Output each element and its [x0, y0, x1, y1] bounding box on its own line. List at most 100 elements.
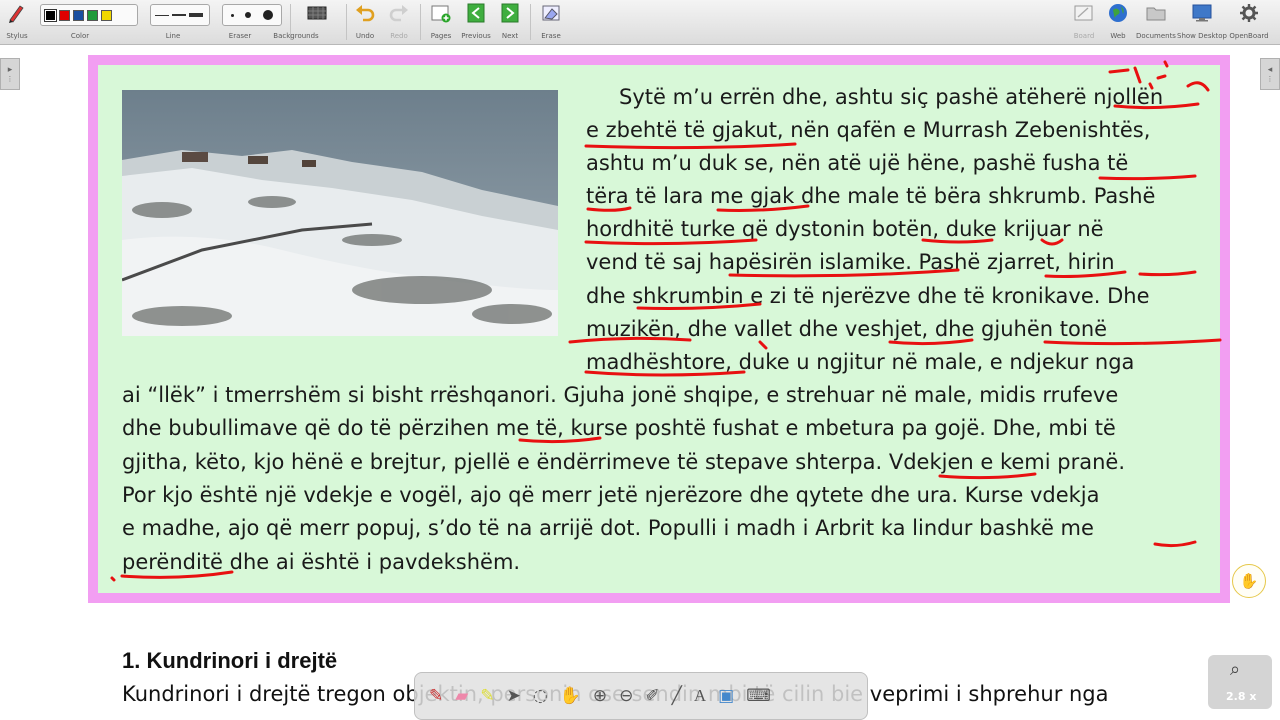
stylus-button[interactable]: Stylus	[6, 2, 28, 40]
passage-line: hordhitë turke që dystonin botën, duke k…	[586, 217, 1104, 241]
pointer-tool-icon[interactable]: ✐	[645, 686, 659, 706]
previous-page-icon	[467, 3, 485, 23]
snowy-landscape-photo	[122, 90, 558, 336]
passage-line: gjitha, këto, kjo hënë e brejtur, pjellë…	[122, 450, 1125, 474]
openboard-label: OpenBoard	[1229, 32, 1269, 40]
color-palette	[40, 4, 138, 26]
redo-label: Redo	[390, 32, 408, 40]
line-label: Line	[165, 32, 181, 40]
chevron-right-icon: ▸	[7, 65, 13, 75]
floating-tools-palette: ✎ ▰ ✎ ➤ ◌ ✋ ⊕ ⊖ ✐ ╱ A ▣ ⌨	[414, 672, 868, 720]
previous-button[interactable]: Previous	[461, 2, 491, 40]
passage-line: dhe bubullimave që do të përzihen me të,…	[122, 416, 1116, 440]
selector-tool-icon[interactable]: ➤	[507, 686, 521, 706]
passage-line: perënditë dhe ai është i pavdekshëm.	[122, 550, 521, 574]
line-tool-icon[interactable]: ╱	[672, 686, 682, 706]
board-label: Board	[1073, 32, 1095, 40]
eraser-small-button[interactable]	[231, 13, 235, 17]
desktop-icon	[1192, 4, 1212, 22]
passage-line: ai “llëk” i tmerrshëm si bisht rrëshqano…	[122, 383, 1119, 407]
zoom-out-icon[interactable]: ⊖	[619, 686, 633, 706]
add-page-icon	[431, 5, 451, 23]
line-thin-button[interactable]	[155, 14, 169, 16]
gear-icon	[1240, 4, 1258, 22]
color-swatch-red[interactable]	[59, 9, 70, 21]
toolbar-divider	[420, 4, 421, 40]
passage-line: Sytë m’u errën dhe, ashtu siç pashë atëh…	[619, 85, 1164, 109]
color-swatch-black[interactable]	[44, 8, 57, 22]
eraser-size-group	[222, 4, 282, 26]
section-heading: 1. Kundrinori i drejtë	[122, 648, 338, 673]
left-panel-toggle[interactable]: ▸ ⋮	[0, 58, 20, 90]
backgrounds-button[interactable]	[306, 2, 328, 24]
next-button[interactable]: Next	[499, 2, 521, 40]
zoom-in-icon[interactable]: ⊕	[593, 686, 607, 706]
pages-button[interactable]: Pages	[430, 2, 452, 40]
board-icon	[1074, 5, 1093, 21]
main-toolbar: Stylus Color Line Eraser Backgrounds Und…	[0, 0, 1280, 45]
zoom-level-text: 2.8 x	[1226, 690, 1257, 703]
erase-label: Erase	[541, 32, 561, 40]
globe-icon	[1109, 4, 1127, 22]
toolbar-divider	[530, 4, 531, 40]
documents-button[interactable]: Documents	[1136, 2, 1176, 40]
erase-all-icon	[542, 5, 560, 21]
line-width-group	[150, 4, 210, 26]
text-tool-icon[interactable]: A	[694, 686, 706, 706]
show-desktop-button[interactable]: Show Desktop	[1177, 2, 1227, 40]
undo-label: Undo	[355, 32, 375, 40]
folder-icon	[1146, 7, 1166, 21]
passage-line: ashtu m’u duk se, nën atë ujë hëne, pash…	[586, 151, 1129, 175]
pen-tool-icon[interactable]: ✎	[429, 686, 443, 706]
toolbar-divider	[346, 4, 347, 40]
web-button[interactable]: Web	[1107, 2, 1129, 40]
erase-button[interactable]: Erase	[540, 2, 562, 40]
color-swatch-green[interactable]	[87, 9, 98, 21]
eraser-medium-button[interactable]	[245, 12, 252, 18]
color-label: Color	[70, 32, 90, 40]
collapse-handle-icon: ⋮	[6, 75, 14, 83]
capture-tool-icon[interactable]: ▣	[718, 686, 734, 706]
passage-line: madhështore, duke u ngjitur në male, e n…	[586, 350, 1135, 374]
color-swatch-yellow[interactable]	[101, 9, 112, 21]
passage-line: e madhe, ajo që merr popuj, s’do të na a…	[122, 516, 1094, 540]
hand-tool-icon[interactable]: ✋	[560, 686, 581, 706]
line-thick-button[interactable]	[189, 13, 203, 17]
eraser-tool-icon[interactable]: ▰	[455, 686, 468, 706]
previous-label: Previous	[461, 32, 491, 40]
openboard-button[interactable]: OpenBoard	[1229, 2, 1269, 40]
documents-label: Documents	[1136, 32, 1176, 40]
undo-arrow-icon	[356, 5, 375, 22]
hand-cursor-icon: ✋	[1232, 564, 1266, 598]
passage-line: tëra të lara me gjak dhe male të bëra sh…	[586, 184, 1156, 208]
passage-line: e zbehtë të gjakut, nën qafën e Murrash …	[586, 118, 1151, 142]
marker-tool-icon[interactable]: ✎	[480, 686, 494, 706]
backgrounds-icon	[307, 6, 327, 20]
passage-line: dhe shkrumbin e zi të njerëzve dhe të kr…	[586, 284, 1150, 308]
lasso-tool-icon[interactable]: ◌	[533, 686, 548, 706]
pages-label: Pages	[430, 32, 452, 40]
backgrounds-label: Backgrounds	[273, 32, 319, 40]
passage-line: vend të saj hapësirën islamike. Pashë zj…	[586, 250, 1115, 274]
keyboard-icon[interactable]: ⌨	[746, 686, 771, 706]
web-label: Web	[1110, 32, 1126, 40]
board-button[interactable]: Board	[1073, 2, 1095, 40]
line-medium-button[interactable]	[172, 14, 186, 16]
collapse-handle-icon: ⋮	[1266, 75, 1274, 83]
undo-button[interactable]: Undo	[354, 2, 376, 40]
stylus-label: Stylus	[6, 32, 28, 40]
redo-button[interactable]: Redo	[388, 2, 410, 40]
eraser-large-button[interactable]	[262, 10, 273, 20]
show-desktop-label: Show Desktop	[1177, 32, 1227, 40]
redo-arrow-icon	[389, 5, 408, 22]
passage-line: muzikën, dhe vallet dhe veshjet, dhe gju…	[586, 317, 1108, 341]
passage-line: Por kjo është një vdekje e vogël, ajo që…	[122, 483, 1100, 507]
magnifier-icon: ⌕	[1230, 659, 1241, 680]
next-page-icon	[501, 3, 519, 23]
next-label: Next	[501, 32, 519, 40]
right-panel-toggle[interactable]: ◂ ⋮	[1260, 58, 1280, 90]
color-swatch-blue[interactable]	[73, 9, 84, 21]
stylus-icon	[9, 5, 24, 23]
chevron-left-icon: ◂	[1267, 65, 1273, 75]
eraser-label: Eraser	[228, 32, 252, 40]
